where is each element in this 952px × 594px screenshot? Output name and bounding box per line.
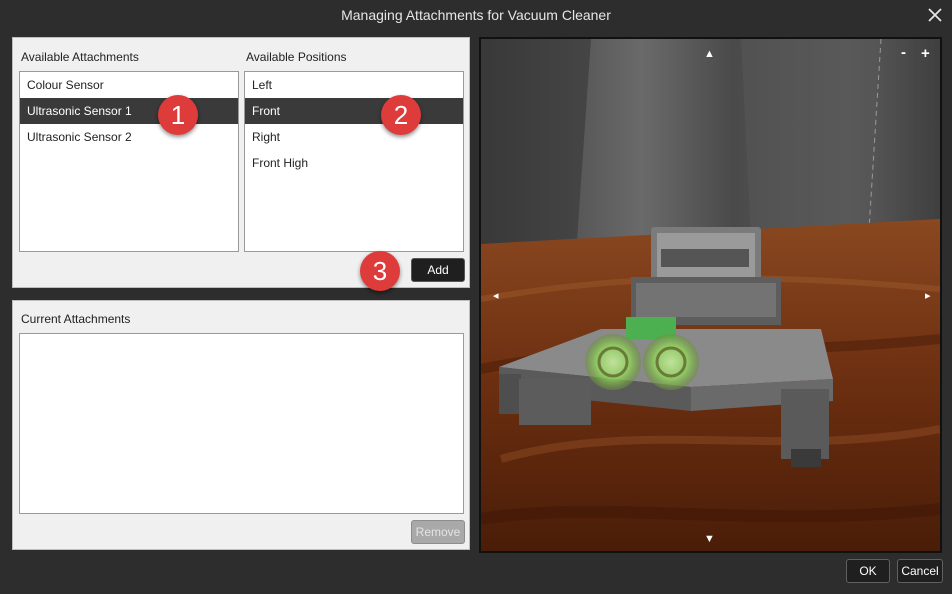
current-attachments-panel: Current Attachments Remove	[12, 300, 470, 550]
zoom-out-icon[interactable]: -	[901, 45, 906, 60]
available-attachments-list[interactable]: Colour Sensor Ultrasonic Sensor 1 Ultras…	[19, 71, 239, 252]
robot-3d-viewport[interactable]: ▲ ▼ ◂ ▸ - +	[479, 37, 942, 553]
available-positions-list[interactable]: Left Front Right Front High	[244, 71, 464, 252]
list-item[interactable]: Left	[245, 72, 463, 98]
zoom-in-icon[interactable]: +	[921, 46, 930, 61]
current-attachments-list[interactable]	[19, 333, 464, 514]
current-attachments-label: Current Attachments	[21, 312, 131, 326]
add-button[interactable]: Add	[411, 258, 465, 282]
list-item[interactable]: Front High	[245, 150, 463, 176]
available-attachments-label: Available Attachments	[21, 50, 139, 64]
remove-button[interactable]: Remove	[411, 520, 465, 544]
cancel-button[interactable]: Cancel	[897, 559, 943, 583]
camera-down-arrow-icon[interactable]: ▼	[704, 534, 715, 545]
annotation-badge-1: 1	[158, 95, 198, 135]
list-item[interactable]: Ultrasonic Sensor 1	[20, 98, 238, 124]
robot-scene-illustration	[481, 39, 940, 551]
annotation-badge-3: 3	[360, 251, 400, 291]
list-item[interactable]: Right	[245, 124, 463, 150]
close-icon[interactable]	[926, 6, 944, 24]
list-item[interactable]: Colour Sensor	[20, 72, 238, 98]
camera-left-arrow-icon[interactable]: ◂	[493, 291, 499, 302]
available-positions-label: Available Positions	[246, 50, 347, 64]
ok-button[interactable]: OK	[846, 559, 890, 583]
attachment-selection-panel: Available Attachments Available Position…	[12, 37, 470, 288]
list-item[interactable]: Front	[245, 98, 463, 124]
dialog-title: Managing Attachments for Vacuum Cleaner	[341, 7, 611, 23]
camera-up-arrow-icon[interactable]: ▲	[704, 49, 715, 60]
camera-right-arrow-icon[interactable]: ▸	[925, 291, 931, 302]
annotation-badge-2: 2	[381, 95, 421, 135]
list-item[interactable]: Ultrasonic Sensor 2	[20, 124, 238, 150]
